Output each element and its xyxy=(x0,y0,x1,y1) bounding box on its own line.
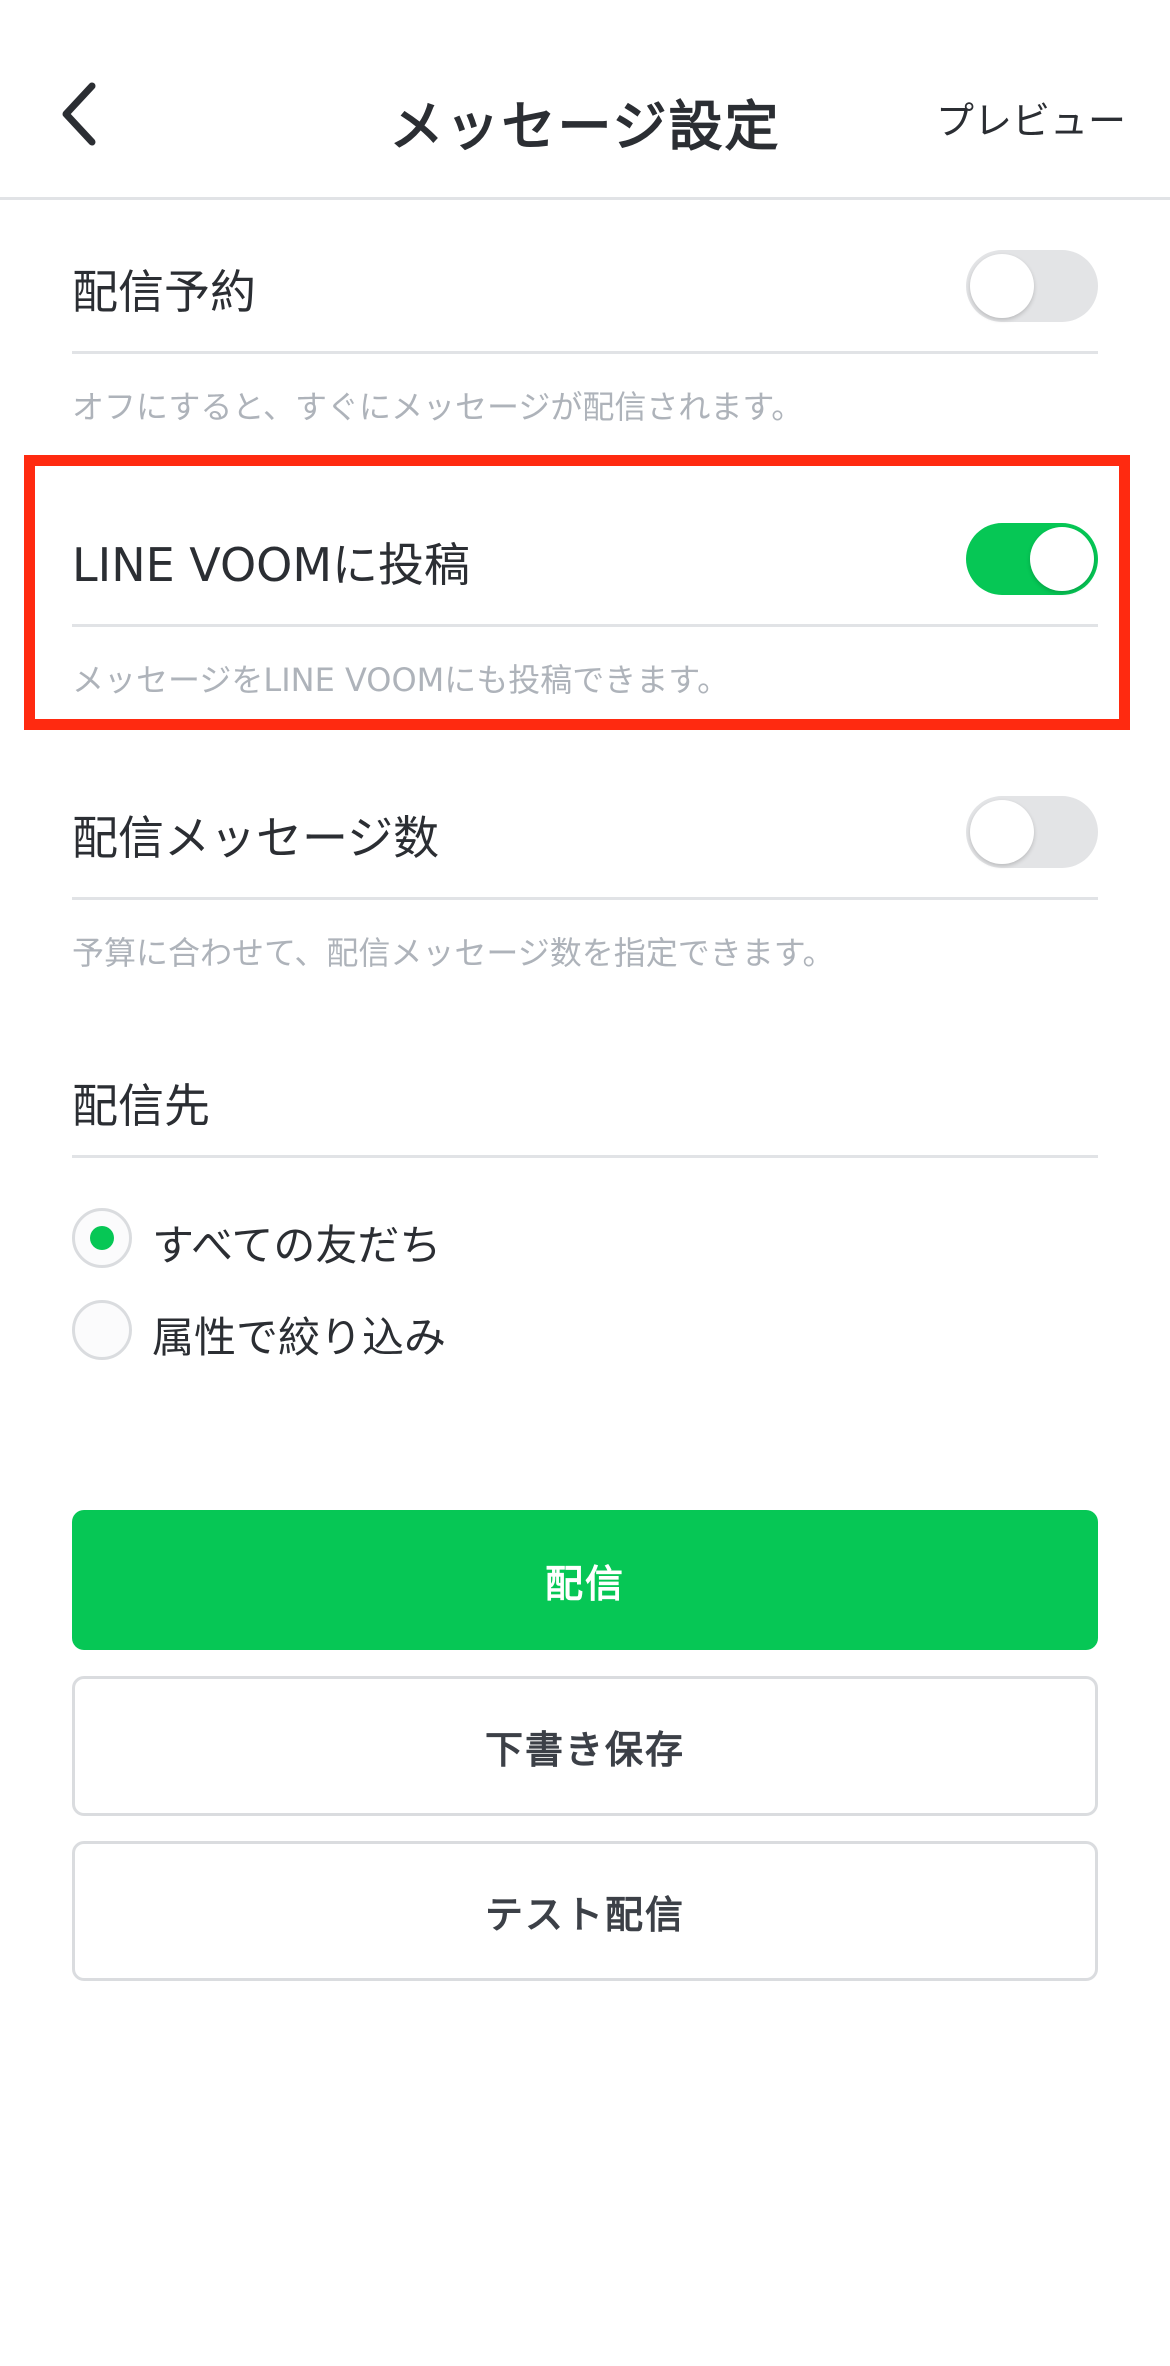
message-count-toggle[interactable] xyxy=(966,796,1098,868)
radio-dot xyxy=(90,1226,114,1250)
schedule-section: 配信予約 オフにすると、すぐにメッセージが配信されます。 xyxy=(72,208,1098,426)
voom-row: LINE VOOMに投稿 xyxy=(72,481,1098,627)
recipients-label: 配信先 xyxy=(72,1079,210,1133)
message-count-row: 配信メッセージ数 xyxy=(72,754,1098,900)
test-send-button[interactable]: テスト配信 xyxy=(72,1841,1098,1981)
message-count-section: 配信メッセージ数 予算に合わせて、配信メッセージ数を指定できます。 xyxy=(72,754,1098,972)
back-button[interactable] xyxy=(50,74,110,154)
toggle-knob xyxy=(1030,527,1094,591)
voom-toggle[interactable] xyxy=(966,523,1098,595)
message-count-description: 予算に合わせて、配信メッセージ数を指定できます。 xyxy=(72,934,835,972)
schedule-toggle[interactable] xyxy=(966,250,1098,322)
save-draft-button[interactable]: 下書き保存 xyxy=(72,1676,1098,1816)
radio-label: すべての友だち xyxy=(152,1221,442,1270)
radio-button[interactable] xyxy=(72,1300,132,1360)
header-bar: メッセージ設定 プレビュー xyxy=(0,0,1170,200)
voom-description: メッセージをLINE VOOMにも投稿できます。 xyxy=(72,661,730,699)
radio-label: 属性で絞り込み xyxy=(152,1313,447,1362)
toggle-knob xyxy=(970,800,1034,864)
voom-section: LINE VOOMに投稿 メッセージをLINE VOOMにも投稿できます。 xyxy=(72,481,1098,699)
recipients-section: 配信先 xyxy=(72,1032,1098,1158)
radio-button[interactable] xyxy=(72,1208,132,1268)
schedule-description: オフにすると、すぐにメッセージが配信されます。 xyxy=(72,388,804,426)
preview-button[interactable]: プレビュー xyxy=(936,90,1126,145)
recipients-row: 配信先 xyxy=(72,1032,1098,1158)
chevron-left-icon xyxy=(62,82,96,146)
message-count-label: 配信メッセージ数 xyxy=(72,811,440,865)
voom-label: LINE VOOMに投稿 xyxy=(72,538,471,592)
send-button[interactable]: 配信 xyxy=(72,1510,1098,1650)
toggle-knob xyxy=(970,254,1034,318)
schedule-label: 配信予約 xyxy=(72,265,256,319)
schedule-row: 配信予約 xyxy=(72,208,1098,354)
